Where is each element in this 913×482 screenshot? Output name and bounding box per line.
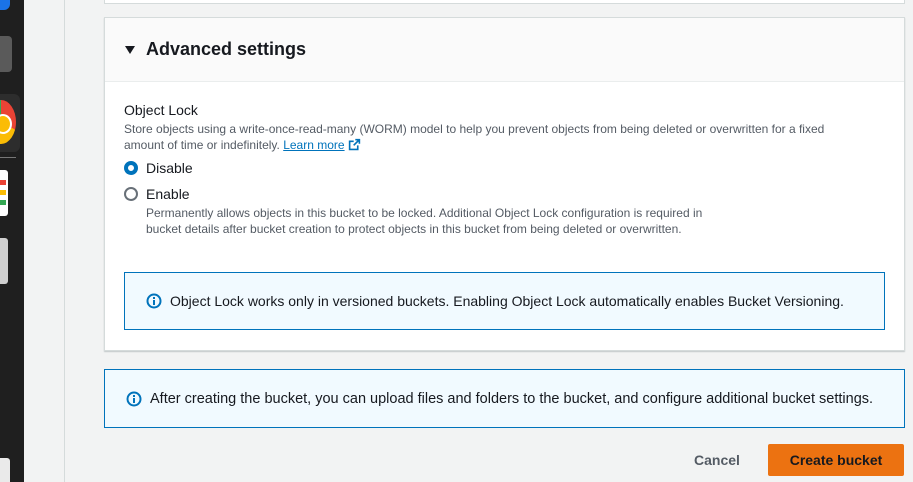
dock-app-icon[interactable] <box>0 0 10 10</box>
object-lock-description: Store objects using a write-once-read-ma… <box>124 121 864 153</box>
dock-app-icon[interactable] <box>0 36 12 72</box>
bucket-info-text: After creating the bucket, you can uploa… <box>150 390 874 407</box>
create-bucket-button[interactable]: Create bucket <box>768 444 904 476</box>
object-lock-info-alert: Object Lock works only in versioned buck… <box>124 272 885 330</box>
external-link-icon <box>348 138 360 151</box>
object-lock-info-text: Object Lock works only in versioned buck… <box>170 293 844 309</box>
caret-down-icon[interactable] <box>125 46 135 54</box>
dock-app-icon[interactable] <box>0 170 8 216</box>
dock-separator <box>0 157 16 158</box>
radio-enable-label: Enable <box>146 186 190 202</box>
panel-title: Advanced settings <box>146 39 307 59</box>
radio-disable-label: Disable <box>146 160 193 176</box>
content-divider <box>64 0 65 482</box>
dock-app-icon[interactable] <box>0 238 8 284</box>
radio-enable-description: Permanently allows objects in this bucke… <box>146 206 703 236</box>
radio-disable[interactable]: Disable <box>124 160 193 176</box>
info-icon <box>146 293 162 309</box>
radio-disable-button[interactable] <box>124 161 138 175</box>
radio-enable-button[interactable] <box>124 187 138 201</box>
cancel-button[interactable]: Cancel <box>678 444 756 476</box>
advanced-settings-panel: Advanced settings Object Lock Store obje… <box>104 17 905 351</box>
object-lock-description-text: Store objects using a write-once-read-ma… <box>124 122 825 152</box>
radio-enable[interactable]: Enable <box>124 186 190 202</box>
chrome-icon[interactable] <box>0 94 20 152</box>
learn-more-link[interactable]: Learn more <box>283 138 360 152</box>
learn-more-label: Learn more <box>283 138 345 152</box>
dock-app-icon[interactable] <box>0 458 10 482</box>
previous-panel <box>104 0 905 4</box>
taskbar-dock <box>0 0 24 482</box>
bucket-info-alert: After creating the bucket, you can uploa… <box>104 369 905 428</box>
object-lock-label: Object Lock <box>124 102 198 118</box>
advanced-settings-header[interactable]: Advanced settings <box>105 18 904 82</box>
info-icon <box>126 391 142 406</box>
